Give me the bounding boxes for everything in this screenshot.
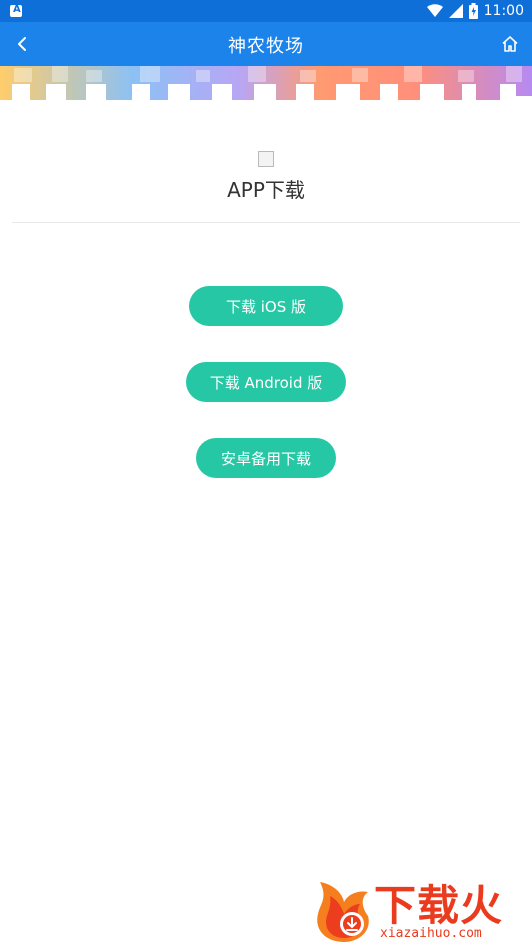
divider	[12, 222, 520, 223]
battery-icon	[468, 3, 478, 19]
page-title: 神农牧场	[228, 36, 304, 57]
watermark: 下载火 xiazaihuo.com	[310, 872, 530, 946]
watermark-domain: xiazaihuo.com	[380, 926, 482, 941]
decorative-banner	[0, 66, 532, 100]
backup-android-download-button[interactable]: 安卓备用下载	[196, 438, 336, 478]
flame-logo-icon	[317, 882, 369, 942]
cell-signal-icon	[448, 4, 463, 18]
home-button[interactable]	[498, 32, 522, 56]
notification-icon: A	[10, 4, 22, 17]
status-time: 11:00	[483, 3, 524, 19]
status-bar: A 11:00	[0, 0, 532, 22]
download-android-button[interactable]: 下载 Android 版	[186, 362, 346, 402]
app-logo-image	[258, 151, 274, 167]
download-heading: APP下载	[227, 178, 305, 202]
home-icon	[502, 36, 518, 52]
download-ios-button[interactable]: 下载 iOS 版	[189, 286, 343, 326]
wifi-icon	[426, 4, 443, 17]
status-indicators: 11:00	[426, 2, 524, 20]
watermark-brand: 下载火	[374, 881, 504, 930]
app-bar: 神农牧场	[0, 22, 532, 66]
